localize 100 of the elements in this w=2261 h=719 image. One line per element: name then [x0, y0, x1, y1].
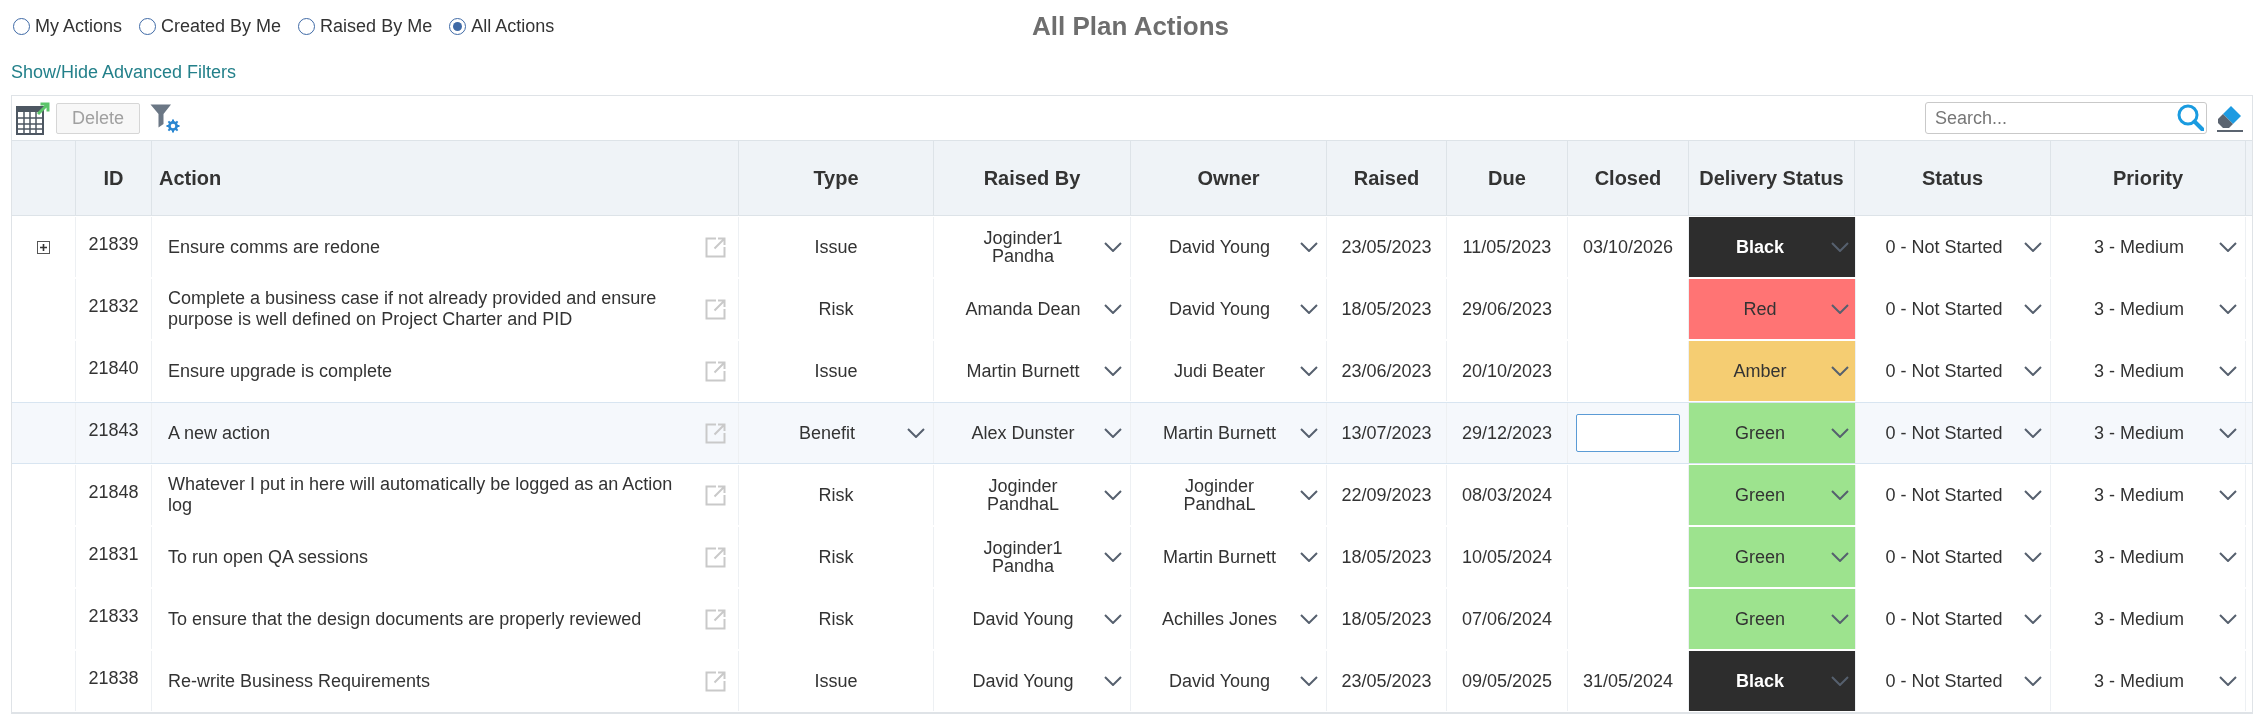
- radio-label[interactable]: Raised By Me: [320, 17, 433, 35]
- raised-by-dropdown[interactable]: Joginder1 Pandha: [942, 224, 1122, 270]
- delivery-status-dropdown[interactable]: Red: [1689, 279, 1855, 339]
- priority-dropdown[interactable]: 3 - Medium: [2059, 225, 2237, 269]
- owner-dropdown[interactable]: Martin Burnett: [1139, 410, 1318, 456]
- radio-label[interactable]: All Actions: [471, 17, 555, 35]
- column-header: Action: [152, 141, 739, 215]
- open-external-icon[interactable]: [705, 670, 726, 692]
- delivery-status-dropdown[interactable]: Green: [1689, 403, 1855, 463]
- chevron-down-icon: [2024, 428, 2042, 438]
- open-external-icon[interactable]: [705, 608, 726, 630]
- radio-button[interactable]: [449, 17, 467, 35]
- owner-dropdown[interactable]: David Young: [1139, 224, 1318, 270]
- eraser-icon[interactable]: [2216, 104, 2244, 132]
- due-date: 29/12/2023: [1461, 421, 1553, 445]
- chevron-down-icon: [1104, 242, 1122, 252]
- raised-by-dropdown[interactable]: Alex Dunster: [942, 410, 1122, 456]
- chevron-down-icon: [1831, 366, 1849, 376]
- status-dropdown[interactable]: 0 - Not Started: [1864, 659, 2042, 703]
- open-external-icon[interactable]: [705, 484, 726, 506]
- raised-date: 18/05/2023: [1341, 297, 1432, 321]
- action-title: Ensure upgrade is complete: [168, 360, 394, 382]
- radio-button[interactable]: [13, 17, 30, 35]
- chevron-down-icon: [1104, 552, 1122, 562]
- chevron-down-icon: [2219, 428, 2237, 438]
- action-title: Re-write Business Requirements: [168, 670, 432, 692]
- radio-label[interactable]: My Actions: [35, 17, 123, 35]
- advanced-filters-link[interactable]: Show/Hide Advanced Filters: [11, 58, 237, 86]
- radio-button[interactable]: [298, 17, 316, 35]
- action-type: Risk: [818, 297, 854, 321]
- action-title: Ensure comms are redone: [168, 236, 382, 258]
- table-arrow-icon[interactable]: [16, 101, 50, 135]
- due-date: 11/05/2023: [1462, 235, 1552, 259]
- search-field[interactable]: Search...: [1925, 102, 2207, 134]
- delivery-status-dropdown[interactable]: Black: [1689, 217, 1855, 277]
- action-title: A new action: [168, 422, 272, 444]
- delivery-status-dropdown[interactable]: Green: [1689, 527, 1855, 587]
- priority-dropdown[interactable]: 3 - Medium: [2059, 473, 2237, 517]
- chevron-down-icon: [1104, 490, 1122, 500]
- owner-dropdown[interactable]: Martin Burnett: [1139, 534, 1318, 580]
- chevron-down-icon: [2219, 242, 2237, 252]
- chevron-down-icon: [1831, 428, 1849, 438]
- action-id: 21832: [88, 294, 139, 318]
- type-dropdown[interactable]: Benefit: [747, 411, 925, 455]
- chevron-down-icon: [1831, 242, 1849, 252]
- table-row[interactable]: 21843 A new action Benefit Alex Dunster Martin Burnett 13/07/2023 29/12/2023 Green 0 - Not Started 3 - Medium: [12, 402, 2252, 464]
- priority-dropdown[interactable]: 3 - Medium: [2059, 597, 2237, 641]
- action-type: Issue: [814, 359, 858, 383]
- status-dropdown[interactable]: 0 - Not Started: [1864, 597, 2042, 641]
- column-header: Type: [739, 141, 934, 215]
- chevron-down-icon: [1831, 552, 1849, 562]
- priority-dropdown[interactable]: 3 - Medium: [2059, 659, 2237, 703]
- open-external-icon[interactable]: [705, 360, 726, 382]
- open-external-icon[interactable]: [705, 422, 726, 444]
- filter-gear-icon[interactable]: [150, 103, 180, 133]
- owner-dropdown[interactable]: David Young: [1139, 658, 1318, 704]
- status-dropdown[interactable]: 0 - Not Started: [1864, 287, 2042, 331]
- due-date: 09/05/2025: [1461, 669, 1553, 693]
- status-dropdown[interactable]: 0 - Not Started: [1864, 225, 2042, 269]
- raised-by-dropdown[interactable]: Joginder1 Pandha: [942, 534, 1122, 580]
- action-type: Risk: [818, 483, 854, 507]
- raised-by-dropdown[interactable]: Martin Burnett: [942, 348, 1122, 394]
- delivery-status-dropdown[interactable]: Green: [1689, 465, 1855, 525]
- chevron-down-icon: [1300, 552, 1318, 562]
- status-dropdown[interactable]: 0 - Not Started: [1864, 349, 2042, 393]
- priority-dropdown[interactable]: 3 - Medium: [2059, 349, 2237, 393]
- priority-dropdown[interactable]: 3 - Medium: [2059, 411, 2237, 455]
- owner-dropdown[interactable]: Achilles Jones: [1139, 596, 1318, 642]
- priority-dropdown[interactable]: 3 - Medium: [2059, 535, 2237, 579]
- owner-dropdown[interactable]: David Young: [1139, 286, 1318, 332]
- column-header: Due: [1447, 141, 1568, 215]
- raised-date: 18/05/2023: [1341, 607, 1432, 631]
- status-dropdown[interactable]: 0 - Not Started: [1864, 411, 2042, 455]
- raised-date: 13/07/2023: [1341, 421, 1432, 445]
- due-date: 08/03/2024: [1461, 483, 1553, 507]
- raised-by-dropdown[interactable]: Joginder PandhaL: [942, 472, 1122, 518]
- open-external-icon[interactable]: [705, 298, 726, 320]
- delivery-status-dropdown[interactable]: Green: [1689, 589, 1855, 649]
- search-icon[interactable]: [2177, 104, 2204, 131]
- raised-by-dropdown[interactable]: Amanda Dean: [942, 286, 1122, 332]
- expand-plus-icon[interactable]: [37, 240, 50, 254]
- delivery-status-dropdown[interactable]: Black: [1689, 651, 1855, 711]
- chevron-down-icon: [1300, 242, 1318, 252]
- open-external-icon[interactable]: [705, 236, 726, 258]
- status-dropdown[interactable]: 0 - Not Started: [1864, 473, 2042, 517]
- chevron-down-icon: [1300, 366, 1318, 376]
- closed-date-field[interactable]: [1576, 414, 1680, 452]
- owner-dropdown[interactable]: Judi Beater: [1139, 348, 1318, 394]
- raised-by-dropdown[interactable]: David Young: [942, 596, 1122, 642]
- delivery-status-dropdown[interactable]: Amber: [1689, 341, 1855, 401]
- column-header: Raised: [1327, 141, 1447, 215]
- status-dropdown[interactable]: 0 - Not Started: [1864, 535, 2042, 579]
- priority-dropdown[interactable]: 3 - Medium: [2059, 287, 2237, 331]
- radio-button[interactable]: [139, 17, 157, 35]
- chevron-down-icon: [1104, 676, 1122, 686]
- owner-dropdown[interactable]: Joginder PandhaL: [1139, 472, 1318, 518]
- raised-date: 23/06/2023: [1341, 359, 1432, 383]
- radio-label[interactable]: Created By Me: [161, 17, 282, 35]
- raised-by-dropdown[interactable]: David Young: [942, 658, 1122, 704]
- open-external-icon[interactable]: [705, 546, 726, 568]
